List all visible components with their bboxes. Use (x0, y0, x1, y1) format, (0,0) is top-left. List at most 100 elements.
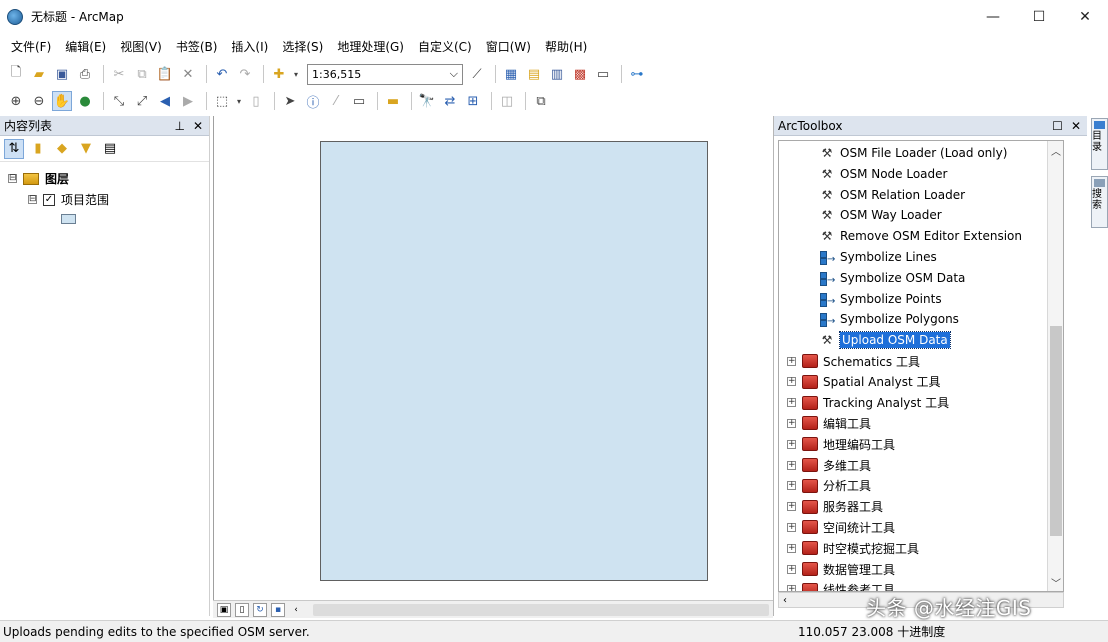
chevron-down-icon[interactable]: ▾ (235, 91, 243, 111)
toolbox-item[interactable]: + 服务器工具 (787, 497, 883, 517)
list-by-source-icon[interactable]: ▮ (28, 139, 48, 159)
delete-icon[interactable]: ✕ (178, 64, 198, 84)
select-features-icon[interactable]: ⬚ (212, 91, 232, 111)
clear-selection-icon[interactable]: ▯ (246, 91, 266, 111)
scrollbar-thumb[interactable] (1050, 326, 1062, 536)
search-tab[interactable]: 搜索 (1091, 176, 1108, 228)
editor-icon[interactable]: ▦ (501, 64, 521, 84)
expand-icon[interactable]: + (787, 439, 796, 449)
arctoolbox-icon[interactable]: ▩ (570, 64, 590, 84)
tool-item[interactable]: ⚒ OSM File Loader (Load only) (819, 143, 1008, 163)
map-horizontal-scrollbar[interactable] (313, 603, 769, 616)
expand-icon[interactable]: + (787, 398, 796, 408)
back-arrow-icon[interactable]: ◀ (155, 91, 175, 111)
time-slider-icon[interactable]: ◫ (497, 91, 517, 111)
tool-item[interactable]: → Symbolize Polygons (819, 309, 959, 329)
print-icon[interactable]: ⎙ (75, 64, 95, 84)
toolbox-item[interactable]: + Schematics 工具 (787, 351, 920, 371)
select-elements-arrow-icon[interactable]: ➤ (280, 91, 300, 111)
collapse-icon[interactable]: ⊟ (28, 195, 37, 204)
maximize-panel-icon[interactable]: ☐ (1052, 119, 1063, 133)
tool-item[interactable]: → Symbolize OSM Data (819, 268, 965, 288)
list-by-selection-icon[interactable]: ▼ (76, 139, 96, 159)
collapse-icon[interactable]: ⊟ (8, 174, 17, 183)
options-icon[interactable]: ▤ (100, 139, 120, 159)
catalog-tab[interactable]: 目录 (1091, 118, 1108, 170)
create-viewer-window-icon[interactable]: ⧉ (531, 91, 551, 111)
find-binoculars-icon[interactable]: 🔭 (417, 91, 437, 111)
menu-help[interactable]: 帮助(H) (538, 36, 594, 58)
scroll-up-icon[interactable]: ︿ (1048, 143, 1063, 158)
project-extent-polygon[interactable] (320, 141, 708, 581)
toolbox-item[interactable]: + 线性参考工具 (787, 580, 895, 591)
layer-name[interactable]: 项目范围 (61, 191, 109, 208)
add-data-icon[interactable]: ✚ (269, 64, 289, 84)
toolbox-item[interactable]: + 时空模式挖掘工具 (787, 538, 919, 558)
expand-icon[interactable]: + (787, 502, 796, 512)
toolbox-item[interactable]: + 分析工具 (787, 476, 871, 496)
pin-icon[interactable]: ⊥ (174, 119, 184, 133)
expand-icon[interactable]: + (787, 481, 796, 491)
full-extent-globe-icon[interactable]: ● (75, 91, 95, 111)
open-folder-icon[interactable]: ▰ (29, 64, 49, 84)
menu-geoprocessing[interactable]: 地理处理(G) (330, 36, 411, 58)
toolbox-item[interactable]: + 地理编码工具 (787, 434, 895, 454)
close-icon[interactable]: ✕ (193, 119, 203, 133)
list-by-drawing-order-icon[interactable]: ⇅ (4, 138, 24, 159)
measure-icon[interactable]: ▬ (383, 91, 403, 111)
expand-icon[interactable]: + (787, 564, 796, 574)
fixed-zoom-in-icon[interactable]: ⤡ (109, 91, 129, 111)
undo-icon[interactable]: ↶ (212, 64, 232, 84)
tool-item[interactable]: → Symbolize Points (819, 289, 942, 309)
refresh-icon[interactable]: ↻ (253, 602, 267, 617)
map-view[interactable] (213, 116, 773, 601)
zoom-in-icon[interactable]: ⊕ (6, 91, 26, 111)
paste-icon[interactable]: 📋 (155, 64, 175, 84)
chevron-down-icon[interactable]: ⌵ (450, 67, 458, 81)
layer-visibility-checkbox[interactable]: ✓ (43, 193, 55, 206)
chevron-down-icon[interactable]: ▾ (292, 64, 300, 84)
menu-insert[interactable]: 插入(I) (224, 36, 275, 58)
new-document-icon[interactable]: 🗋 (6, 64, 26, 84)
menu-customize[interactable]: 自定义(C) (411, 36, 479, 58)
identify-icon[interactable]: ⓘ (303, 91, 323, 111)
maximize-button[interactable]: ☐ (1016, 0, 1062, 33)
catalog-window-icon[interactable]: ▥ (547, 64, 567, 84)
save-icon[interactable]: ▣ (52, 64, 72, 84)
editor-toolbar-icon[interactable]: ⟋ (467, 64, 487, 84)
tool-item[interactable]: → Symbolize Lines (819, 247, 937, 267)
minimize-button[interactable]: — (970, 0, 1016, 33)
toolbox-item[interactable]: + 数据管理工具 (787, 559, 895, 579)
copy-icon[interactable]: ⧉ (132, 64, 152, 84)
fixed-zoom-out-icon[interactable]: ⤢ (132, 91, 152, 111)
expand-icon[interactable]: + (787, 585, 796, 591)
modelbuilder-icon[interactable]: ⊶ (627, 64, 647, 84)
scroll-down-icon[interactable]: ﹀ (1048, 575, 1063, 590)
expand-icon[interactable]: + (787, 543, 796, 553)
polygon-symbol-swatch[interactable] (61, 214, 76, 224)
redo-icon[interactable]: ↷ (235, 64, 255, 84)
pause-drawing-icon[interactable]: ▪ (271, 602, 285, 617)
layers-group-row[interactable]: ⊟ 图层 (8, 170, 69, 187)
expand-icon[interactable]: + (787, 377, 796, 387)
expand-icon[interactable]: + (787, 356, 796, 366)
layout-view-icon[interactable]: ▯ (235, 602, 249, 617)
zoom-out-icon[interactable]: ⊖ (29, 91, 49, 111)
scale-combobox[interactable]: 1:36,515 ⌵ (307, 63, 463, 85)
tool-item[interactable]: ⚒ OSM Way Loader (819, 205, 942, 225)
toolbox-item[interactable]: + 空间统计工具 (787, 517, 895, 537)
menu-bookmarks[interactable]: 书签(B) (169, 36, 225, 58)
go-to-xy-icon[interactable]: ⊞ (463, 91, 483, 111)
expand-icon[interactable]: + (787, 460, 796, 470)
cut-icon[interactable]: ✂ (109, 64, 129, 84)
scroll-left-icon[interactable]: ‹ (289, 603, 303, 617)
expand-icon[interactable]: + (787, 418, 796, 428)
tool-item[interactable]: ⚒ Upload OSM Data (819, 330, 951, 350)
forward-arrow-icon[interactable]: ▶ (178, 91, 198, 111)
toolbox-item[interactable]: + Spatial Analyst 工具 (787, 372, 941, 392)
tool-item[interactable]: ⚒ Remove OSM Editor Extension (819, 226, 1022, 246)
arctoolbox-vertical-scrollbar[interactable]: ︿ ﹀ (1047, 141, 1063, 591)
tool-item[interactable]: ⚒ OSM Relation Loader (819, 185, 965, 205)
tool-item[interactable]: ⚒ OSM Node Loader (819, 164, 948, 184)
hyperlink-icon[interactable]: ⁄ (326, 91, 346, 111)
